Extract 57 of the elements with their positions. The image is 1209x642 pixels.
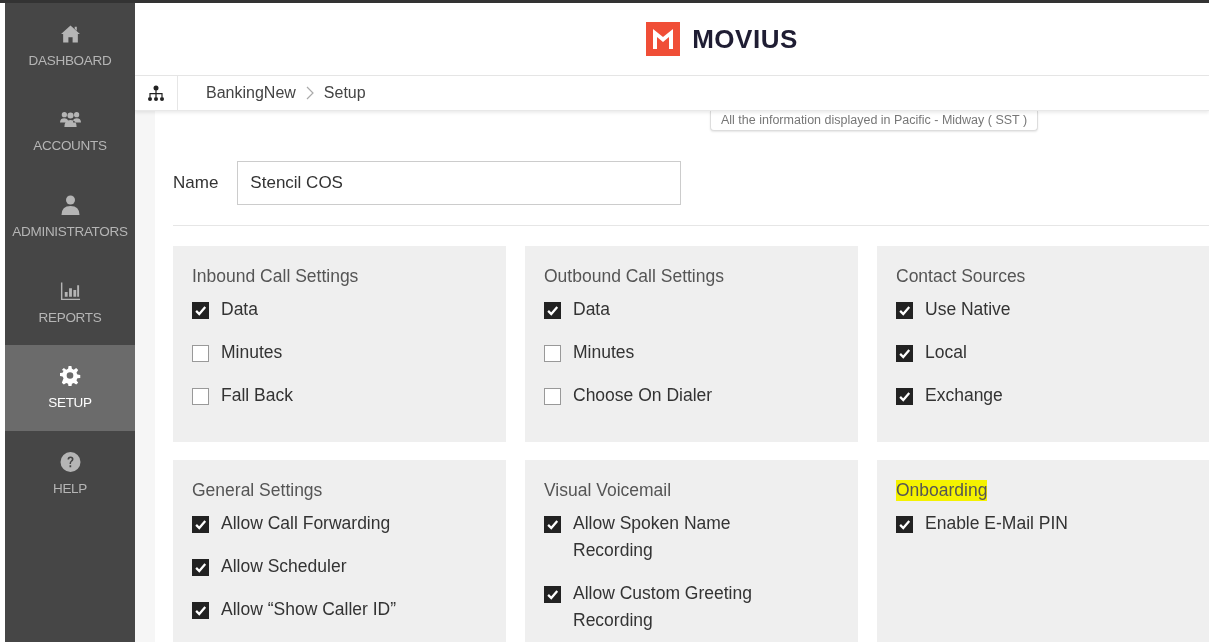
- checkbox-label: Local: [925, 341, 967, 364]
- section-title: Onboarding: [896, 480, 988, 501]
- section-title: Inbound Call Settings: [192, 266, 359, 287]
- checkbox[interactable]: [544, 586, 561, 603]
- section-title: Outbound Call Settings: [544, 266, 724, 287]
- chevron-icon: [305, 86, 314, 100]
- checkbox-label: Allow Scheduler: [221, 555, 347, 578]
- checkbox-label: Allow “Show Caller ID”: [221, 598, 397, 621]
- checkbox[interactable]: [192, 345, 209, 362]
- checkbox-label: Allow Call Forwarding: [221, 512, 391, 535]
- checkbox-label: Use Native: [925, 298, 1011, 321]
- chart-icon: [59, 280, 81, 301]
- checkbox-label: Choose On Dialer: [573, 384, 713, 407]
- checkbox-label: Allow Spoken Name Recording: [573, 512, 732, 562]
- nav-item[interactable]: SETUP: [5, 345, 135, 431]
- nav-item[interactable]: REPORTS: [5, 259, 135, 346]
- checkbox[interactable]: [544, 345, 561, 362]
- help-icon: [59, 451, 81, 472]
- checkbox-label: Enable E-Mail PIN: [925, 512, 1068, 535]
- checkbox[interactable]: [544, 388, 561, 405]
- checkbox-label: Exchange: [925, 384, 1003, 407]
- checkbox[interactable]: [896, 516, 913, 533]
- checkbox-label: Data: [573, 298, 610, 321]
- logo-icon: [646, 22, 681, 56]
- checkbox-label: Minutes: [573, 341, 635, 364]
- section-title: General Settings: [192, 480, 323, 501]
- checkbox[interactable]: [896, 302, 913, 319]
- breadcrumb-link[interactable]: BankingNew: [206, 84, 296, 102]
- checkbox[interactable]: [192, 559, 209, 576]
- checkbox-label: Minutes: [221, 341, 283, 364]
- checkbox[interactable]: [896, 388, 913, 405]
- nav-item[interactable]: DASHBOARD: [5, 3, 135, 89]
- nav-item[interactable]: ADMINISTRATORS: [5, 174, 135, 260]
- name-label: Name: [173, 173, 219, 193]
- users-icon: [59, 109, 81, 130]
- checkbox-label: Allow Custom Greeting Recording: [573, 582, 753, 632]
- checkbox-label: Data: [221, 298, 258, 321]
- checkbox[interactable]: [192, 302, 209, 319]
- checkbox[interactable]: [544, 302, 561, 319]
- checkbox[interactable]: [544, 516, 561, 533]
- name-field[interactable]: Stencil COS: [237, 161, 682, 205]
- checkbox-label: Fall Back: [221, 384, 293, 407]
- home-icon: [59, 23, 81, 44]
- breadcrumb-link[interactable]: Setup: [323, 84, 366, 102]
- checkbox[interactable]: [192, 516, 209, 533]
- sitemap-icon[interactable]: [147, 85, 165, 101]
- person-icon: [59, 195, 81, 215]
- logo-text: MOVIUS: [692, 23, 798, 55]
- checkbox[interactable]: [896, 345, 913, 362]
- nav-item[interactable]: HELP: [5, 430, 135, 517]
- settings-icon: [59, 366, 81, 387]
- timezone-note: All the information displayed in Pacific - Midway ( SST ): [710, 111, 1039, 131]
- section-title: Visual Voicemail: [544, 480, 672, 501]
- checkbox[interactable]: [192, 388, 209, 405]
- checkbox[interactable]: [192, 602, 209, 619]
- nav-item[interactable]: ACCOUNTS: [5, 88, 135, 175]
- section-title: Contact Sources: [896, 266, 1026, 287]
